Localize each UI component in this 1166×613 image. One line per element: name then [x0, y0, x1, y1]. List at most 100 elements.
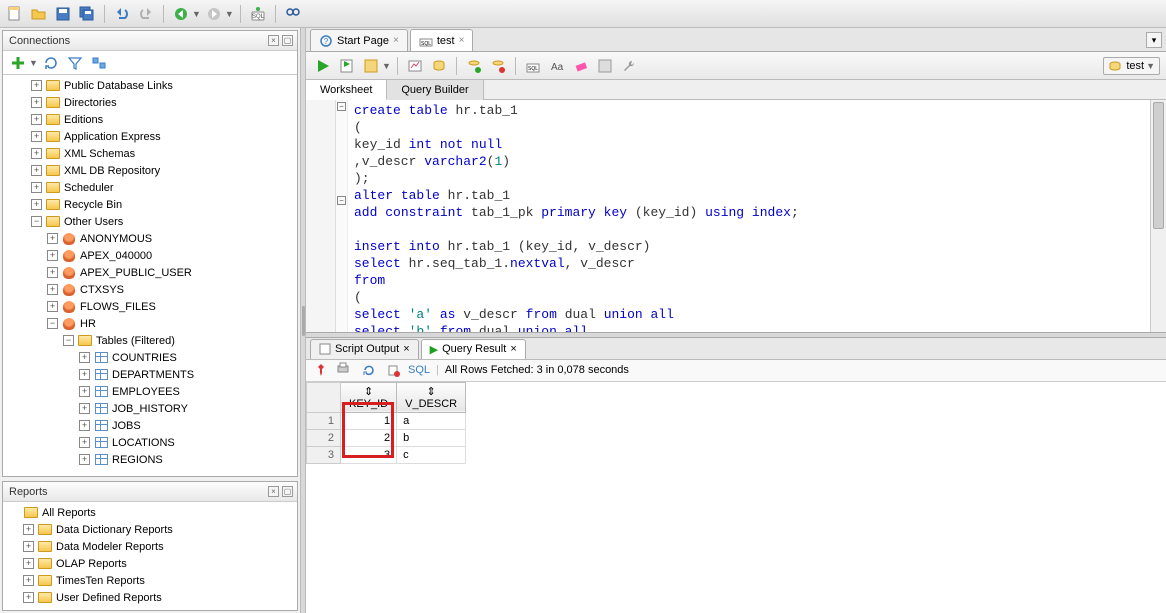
refresh-icon[interactable] — [40, 52, 62, 74]
autotrace-icon[interactable] — [404, 55, 426, 77]
sql-link[interactable]: SQL — [408, 364, 430, 376]
connection-selector[interactable]: test ▼ — [1103, 57, 1160, 75]
tree-node[interactable]: +TimesTen Reports — [3, 572, 297, 589]
find-icon[interactable] — [282, 3, 304, 25]
tree-node[interactable]: +APEX_PUBLIC_USER — [3, 264, 297, 281]
tree-node[interactable]: +COUNTRIES — [3, 349, 297, 366]
tree-node[interactable]: +Public Database Links — [3, 77, 297, 94]
settings-icon[interactable] — [594, 55, 616, 77]
result-tab[interactable]: ▶Query Result× — [421, 339, 526, 359]
minimize-icon[interactable]: × — [268, 486, 279, 497]
commit-icon[interactable] — [428, 55, 450, 77]
tree-node[interactable]: +Directories — [3, 94, 297, 111]
tree-node[interactable]: All Reports — [3, 504, 297, 521]
tree-node[interactable]: −Tables (Filtered) — [3, 332, 297, 349]
tree-node[interactable]: +Scheduler — [3, 179, 297, 196]
tree-node[interactable]: +ANONYMOUS — [3, 230, 297, 247]
reports-panel-title: Reports ×▢ — [3, 482, 297, 502]
close-icon[interactable]: × — [459, 35, 465, 46]
delete-result-icon[interactable] — [384, 361, 402, 379]
column-header[interactable]: ⇕ KEY_ID — [341, 382, 397, 412]
save-all-icon[interactable] — [76, 3, 98, 25]
tree-node[interactable]: +User Defined Reports — [3, 589, 297, 606]
tree-node[interactable]: +DEPARTMENTS — [3, 366, 297, 383]
tab-list-dropdown-icon[interactable]: ▾ — [1146, 32, 1162, 48]
scrollbar[interactable] — [1150, 100, 1166, 332]
minimize-icon[interactable]: × — [268, 35, 279, 46]
restore-icon[interactable]: ▢ — [282, 486, 293, 497]
tree-node[interactable]: +JOBS — [3, 417, 297, 434]
rollback-icon[interactable] — [463, 55, 485, 77]
connections-toolbar: ▼ — [3, 51, 297, 75]
run-script-icon[interactable] — [336, 55, 358, 77]
undo-icon[interactable] — [111, 3, 133, 25]
dropdown-icon[interactable]: ▼ — [382, 61, 391, 71]
redo-icon[interactable] — [135, 3, 157, 25]
dropdown-icon[interactable]: ▼ — [29, 58, 38, 68]
wrench-icon[interactable] — [618, 55, 640, 77]
reports-tree[interactable]: All Reports+Data Dictionary Reports+Data… — [3, 502, 297, 610]
tree-node[interactable]: +OLAP Reports — [3, 555, 297, 572]
close-icon[interactable]: × — [403, 343, 409, 355]
tree-node[interactable]: +Data Modeler Reports — [3, 538, 297, 555]
tree-node[interactable]: +CTXSYS — [3, 281, 297, 298]
tns-icon[interactable] — [88, 52, 110, 74]
worksheet-tab[interactable]: Worksheet — [306, 80, 387, 100]
svg-text:SQL: SQL — [252, 14, 265, 20]
new-file-icon[interactable] — [4, 3, 26, 25]
save-icon[interactable] — [52, 3, 74, 25]
tree-node[interactable]: +FLOWS_FILES — [3, 298, 297, 315]
restore-icon[interactable]: ▢ — [282, 35, 293, 46]
reports-label: Reports — [9, 486, 48, 498]
tree-node[interactable]: −HR — [3, 315, 297, 332]
svg-text:SQL: SQL — [421, 41, 431, 47]
tree-node[interactable]: +REGIONS — [3, 451, 297, 468]
open-file-icon[interactable] — [28, 3, 50, 25]
cancel-icon[interactable] — [487, 55, 509, 77]
tree-node[interactable]: +APEX_040000 — [3, 247, 297, 264]
tree-node[interactable]: +Editions — [3, 111, 297, 128]
close-icon[interactable]: × — [510, 343, 516, 355]
add-connection-icon[interactable] — [7, 52, 29, 74]
tree-node[interactable]: −Other Users — [3, 213, 297, 230]
case-icon[interactable]: Aa — [546, 55, 568, 77]
tree-node[interactable]: +XML DB Repository — [3, 162, 297, 179]
filter-icon[interactable] — [64, 52, 86, 74]
fetch-status: All Rows Fetched: 3 in 0,078 seconds — [445, 364, 629, 376]
pin-icon[interactable] — [312, 361, 330, 379]
tree-node[interactable]: +Data Dictionary Reports — [3, 521, 297, 538]
worksheet-tab[interactable]: Query Builder — [387, 80, 483, 100]
tree-node[interactable]: +LOCATIONS — [3, 434, 297, 451]
worksheet-tabs: WorksheetQuery Builder — [306, 80, 1166, 100]
sql-history-icon[interactable]: SQL — [522, 55, 544, 77]
clear-icon[interactable] — [570, 55, 592, 77]
result-grid[interactable]: ⇕ KEY_ID⇕ V_DESCR11a22b33c — [306, 382, 1166, 613]
tree-node[interactable]: +Application Express — [3, 128, 297, 145]
tree-node[interactable]: +XML Schemas — [3, 145, 297, 162]
editor-tab[interactable]: SQLtest× — [410, 29, 474, 51]
print-icon[interactable] — [336, 361, 354, 379]
connections-tree[interactable]: +Public Database Links+Directories+Editi… — [3, 75, 297, 476]
nav-back-icon[interactable] — [170, 3, 192, 25]
dropdown-icon[interactable]: ▼ — [225, 9, 234, 19]
tree-node[interactable]: +JOB_HISTORY — [3, 400, 297, 417]
explain-icon[interactable] — [360, 55, 382, 77]
result-tab[interactable]: Script Output× — [310, 339, 419, 359]
main-toolbar: ▼ ▼ SQL — [0, 0, 1166, 28]
tree-node[interactable]: +Recycle Bin — [3, 196, 297, 213]
tree-node[interactable]: +EMPLOYEES — [3, 383, 297, 400]
run-icon[interactable] — [312, 55, 334, 77]
editor-tab[interactable]: ?Start Page× — [310, 29, 408, 51]
nav-fwd-icon[interactable] — [203, 3, 225, 25]
connection-name: test — [1126, 60, 1144, 72]
refresh-result-icon[interactable] — [360, 361, 378, 379]
svg-text:SQL: SQL — [528, 66, 538, 72]
dropdown-icon[interactable]: ▼ — [192, 9, 201, 19]
code-editor[interactable]: −− create table hr.tab_1 ( key_id int no… — [306, 100, 1166, 332]
sql-icon[interactable]: SQL — [247, 3, 269, 25]
editor-tabs: ?Start Page×SQLtest× ▾ — [306, 28, 1166, 52]
editor-toolbar: ▼ SQL Aa test ▼ — [306, 52, 1166, 80]
close-icon[interactable]: × — [393, 35, 399, 46]
column-header[interactable]: ⇕ V_DESCR — [397, 382, 466, 412]
svg-text:Aa: Aa — [551, 62, 564, 73]
